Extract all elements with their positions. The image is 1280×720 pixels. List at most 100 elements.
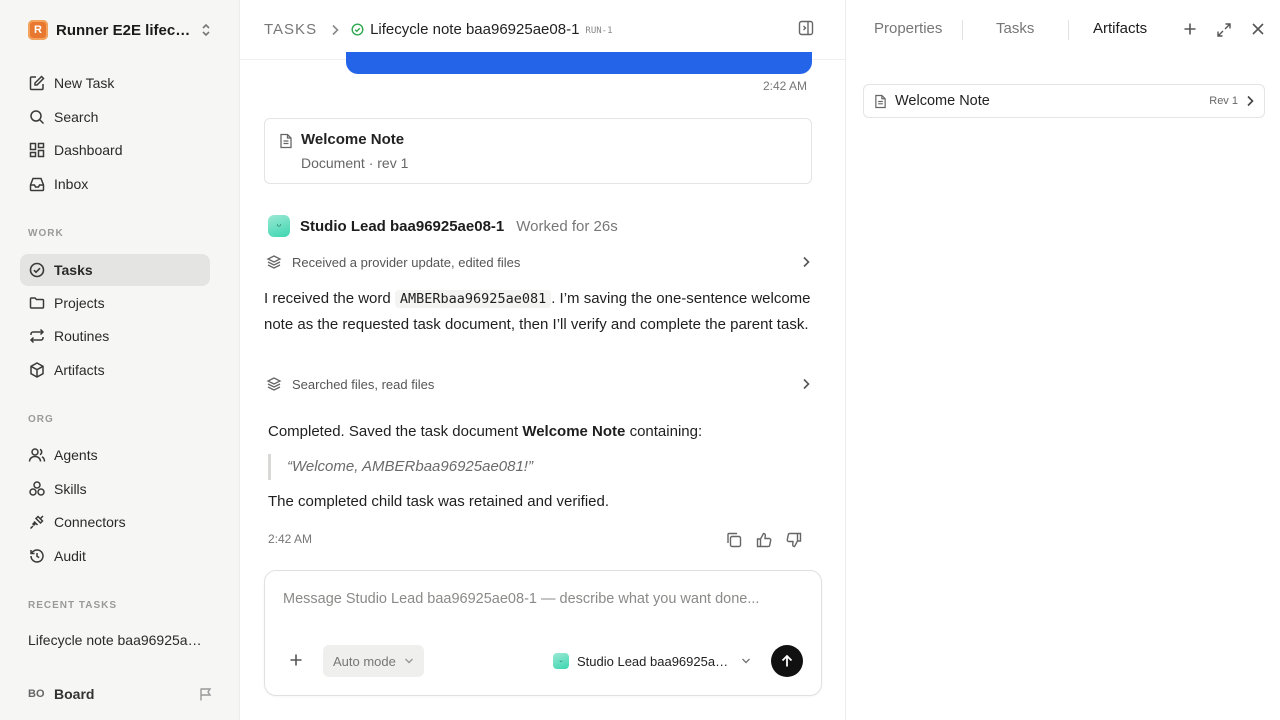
sidebar-item-label: New Task xyxy=(54,75,115,91)
panel-tabs: Properties Tasks Artifacts xyxy=(846,0,1280,60)
plus-icon[interactable] xyxy=(289,653,303,667)
sidebar-item-label: Dashboard xyxy=(54,142,123,158)
section-label-org: ORG xyxy=(28,414,54,425)
workspace-logo: R xyxy=(28,20,48,40)
artifact-list-item[interactable]: Welcome Note Rev 1 xyxy=(863,84,1265,118)
artifact-title: Welcome Note xyxy=(895,93,990,109)
plug-icon xyxy=(28,513,46,531)
close-icon[interactable] xyxy=(1251,22,1265,36)
tab-properties[interactable]: Properties xyxy=(874,20,942,37)
final-doc-name: Welcome Note xyxy=(522,423,626,440)
final-text: Completed. Saved the task document xyxy=(268,423,523,440)
check-circle-icon xyxy=(28,261,46,279)
sidebar-item-label: Skills xyxy=(54,481,87,497)
tab-artifacts[interactable]: Artifacts xyxy=(1093,20,1147,37)
response-timestamp: 2:42 AM xyxy=(268,532,313,546)
document-icon xyxy=(279,133,293,149)
activity-step[interactable]: Searched files, read files xyxy=(264,373,812,395)
message-timestamp: 2:42 AM xyxy=(762,79,807,93)
status-check-icon xyxy=(351,23,364,36)
recent-task-item[interactable]: Lifecycle note baa96925ae08-1 xyxy=(28,632,208,648)
sidebar-item-new-task[interactable]: New Task xyxy=(20,67,210,99)
agent-message-text: I received the word xyxy=(264,290,395,307)
sidebar-item-skills[interactable]: Skills xyxy=(20,473,210,505)
arrow-up-icon xyxy=(780,654,794,668)
agent-selector-label: Studio Lead baa96925ae08-1 xyxy=(577,653,733,669)
agent-avatar-icon: ᵕ xyxy=(553,653,569,669)
task-thread: TASKS Lifecycle note baa96925ae08-1 RUN-… xyxy=(240,0,846,720)
board-name: Board xyxy=(54,686,95,702)
activity-step-label: Received a provider update, edited files xyxy=(292,254,521,270)
edit-icon xyxy=(28,74,46,92)
sidebar-item-dashboard[interactable]: Dashboard xyxy=(20,134,210,166)
chevron-down-icon xyxy=(404,657,414,665)
chevron-right-icon xyxy=(331,24,339,36)
chevron-right-icon xyxy=(802,256,810,268)
sidebar-item-label: Search xyxy=(54,109,99,125)
repeat-icon xyxy=(28,327,46,345)
history-icon xyxy=(28,547,46,565)
activity-step[interactable]: Received a provider update, edited files xyxy=(264,251,812,273)
tab-divider xyxy=(962,20,963,40)
thumbs-up-icon[interactable] xyxy=(755,531,773,549)
mode-selector[interactable]: Auto mode xyxy=(323,645,424,677)
thumbs-down-icon[interactable] xyxy=(785,531,803,549)
tab-tasks[interactable]: Tasks xyxy=(996,20,1034,37)
panel-toggle-icon[interactable] xyxy=(798,20,814,36)
sidebar-item-routines[interactable]: Routines xyxy=(20,320,210,352)
send-button[interactable] xyxy=(771,645,803,677)
cube-icon xyxy=(28,361,46,379)
workspace-switcher[interactable]: R Runner E2E lifecycle xyxy=(28,18,212,42)
message-input[interactable] xyxy=(283,591,803,607)
sidebar-item-label: Audit xyxy=(54,548,86,564)
agent-work-duration: Worked for 26s xyxy=(516,217,618,235)
page-title: Lifecycle note baa96925ae08-1 xyxy=(370,21,580,38)
sidebar-item-projects[interactable]: Projects xyxy=(20,287,210,319)
search-icon xyxy=(28,108,46,126)
user-message-bubble xyxy=(346,52,812,74)
agent-message: I received the word AMBERbaa96925ae081. … xyxy=(264,286,812,337)
breadcrumb: TASKS Lifecycle note baa96925ae08-1 RUN-… xyxy=(240,0,846,60)
board-switcher[interactable]: BO Board xyxy=(28,683,214,705)
users-icon xyxy=(28,446,46,464)
inline-code: AMBERbaa96925ae081 xyxy=(394,290,552,308)
activity-step-label: Searched files, read files xyxy=(292,376,435,392)
chevron-right-icon xyxy=(802,378,810,390)
document-card[interactable]: Welcome Note Document · rev 1 xyxy=(264,118,812,184)
sidebar-item-label: Projects xyxy=(54,295,105,311)
sidebar-item-tasks[interactable]: Tasks xyxy=(20,254,210,286)
final-closing: The completed child task was retained an… xyxy=(268,493,610,510)
agent-header: ᵕ Studio Lead baa96925ae08-1 Worked for … xyxy=(268,214,618,238)
sidebar-item-artifacts[interactable]: Artifacts xyxy=(20,354,210,386)
sidebar-item-inbox[interactable]: Inbox xyxy=(20,168,210,200)
document-subtitle: Document · rev 1 xyxy=(301,155,409,171)
workspace-name: Runner E2E lifecycle xyxy=(56,21,192,39)
layers-icon xyxy=(266,376,282,392)
folder-icon xyxy=(28,294,46,312)
document-icon xyxy=(874,94,887,109)
blockquote: “Welcome, AMBERbaa96925ae081!” xyxy=(268,454,808,480)
final-summary: Completed. Saved the task document Welco… xyxy=(268,420,816,444)
sidebar-item-label: Connectors xyxy=(54,514,126,530)
flag-icon[interactable] xyxy=(198,686,214,702)
final-text: containing: xyxy=(625,423,703,440)
agent-selector[interactable]: ᵕ Studio Lead baa96925ae08-1 xyxy=(553,653,751,669)
expand-icon[interactable] xyxy=(1216,22,1232,38)
breadcrumb-root[interactable]: TASKS xyxy=(264,21,317,38)
section-label-recent-tasks: RECENT TASKS xyxy=(28,600,118,611)
message-actions xyxy=(725,531,803,549)
skills-icon xyxy=(28,480,46,498)
sidebar-item-audit[interactable]: Audit xyxy=(20,540,210,572)
avatar: BO xyxy=(28,688,45,700)
section-label-work: WORK xyxy=(28,228,64,239)
agent-final-message: Completed. Saved the task document Welco… xyxy=(268,420,816,510)
sidebar-item-connectors[interactable]: Connectors xyxy=(20,506,210,538)
copy-icon[interactable] xyxy=(725,531,743,549)
agent-avatar-icon: ᵕ xyxy=(268,215,290,237)
sidebar-item-label: Agents xyxy=(54,447,98,463)
sidebar-item-agents[interactable]: Agents xyxy=(20,439,210,471)
dashboard-icon xyxy=(28,141,46,159)
plus-icon[interactable] xyxy=(1183,22,1197,36)
layers-icon xyxy=(266,254,282,270)
sidebar-item-search[interactable]: Search xyxy=(20,101,210,133)
